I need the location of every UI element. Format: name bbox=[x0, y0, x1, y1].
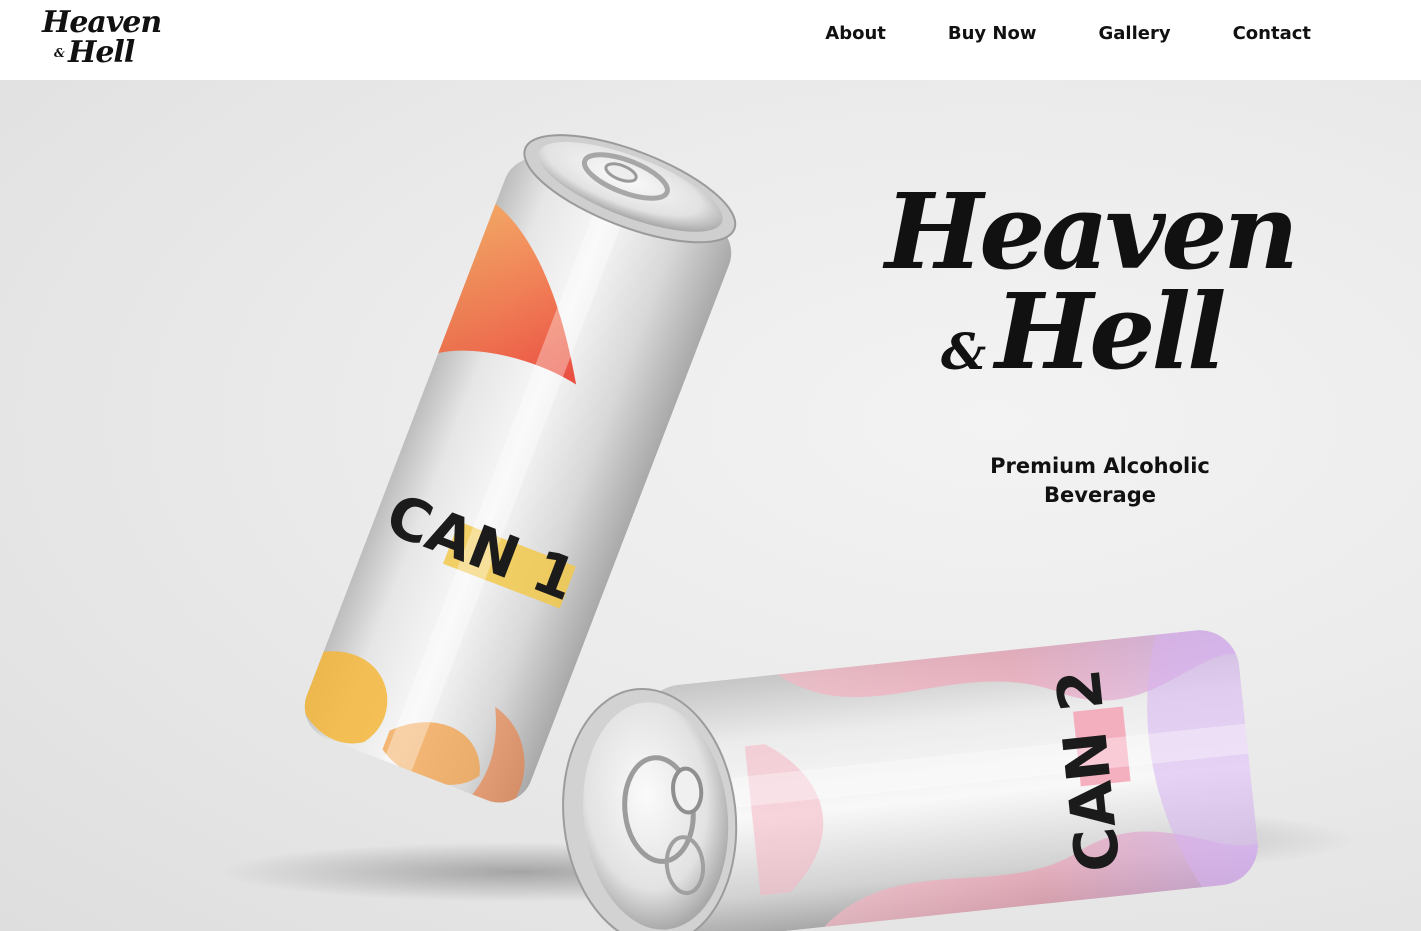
hero-logo-ampersand: & bbox=[941, 322, 987, 381]
site-header: Heaven & Hell About Buy Now Gallery Cont… bbox=[0, 0, 1421, 80]
hero-tagline-line1: Premium Alcoholic bbox=[990, 454, 1210, 478]
hero-logo-hell: Hell bbox=[995, 270, 1226, 393]
hero-section: CAN 1 CAN 2 Heaven & Hell Premium Alcoho… bbox=[0, 80, 1421, 931]
main-nav: About Buy Now Gallery Contact bbox=[794, 22, 1311, 46]
nav-link-contact[interactable]: Contact bbox=[1202, 22, 1311, 46]
nav-link-buy-now[interactable]: Buy Now bbox=[917, 22, 1068, 46]
header-logo[interactable]: Heaven & Hell bbox=[40, 6, 162, 74]
hero-tagline-line2: Beverage bbox=[1044, 483, 1156, 507]
nav-link-about[interactable]: About bbox=[794, 22, 917, 46]
can-2: CAN 2 bbox=[562, 626, 1262, 931]
hero-logo: Heaven & Hell bbox=[885, 172, 1315, 432]
page: Heaven & Hell About Buy Now Gallery Cont… bbox=[0, 0, 1421, 931]
nav-link-gallery[interactable]: Gallery bbox=[1067, 22, 1201, 46]
hero-tagline: Premium Alcoholic Beverage bbox=[960, 452, 1240, 510]
header-logo-ampersand: & bbox=[54, 46, 65, 60]
header-logo-hell: Hell bbox=[68, 35, 135, 70]
